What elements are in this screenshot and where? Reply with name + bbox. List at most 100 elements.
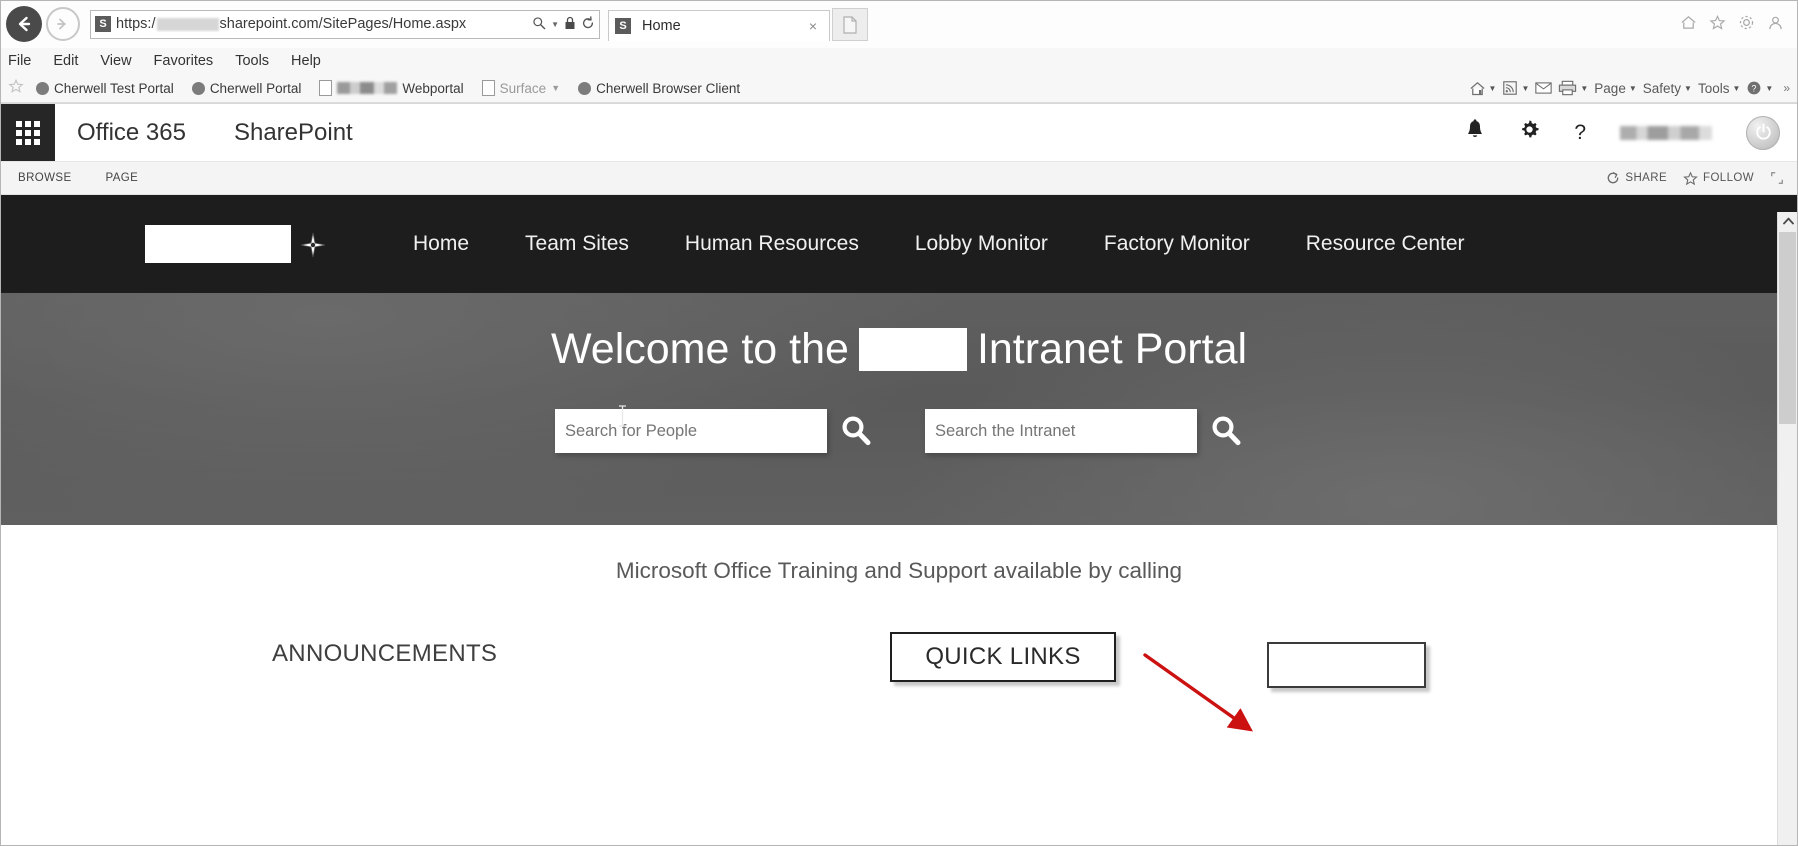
- browser-tab[interactable]: S Home ×: [608, 10, 830, 41]
- nav-link-lobby-monitor[interactable]: Lobby Monitor: [887, 232, 1076, 256]
- tab-favicon: S: [615, 18, 631, 34]
- overflow-chevron-icon[interactable]: »: [1783, 81, 1790, 95]
- hero-banner: Welcome to the Intranet Portal: [0, 293, 1798, 525]
- browser-command-bar: ▼ ▼ ▼ Page ▼ Safety: [1469, 80, 1798, 97]
- hero-title-after: Intranet Portal: [977, 325, 1247, 374]
- favorite-cherwell-browser-client[interactable]: Cherwell Browser Client: [572, 81, 746, 96]
- settings-button[interactable]: [1519, 119, 1540, 146]
- globe-icon: [578, 82, 591, 95]
- rss-feed-icon: [1502, 80, 1518, 96]
- command-tools-label: Tools: [1698, 81, 1730, 96]
- address-bar-icons: ▼: [532, 16, 595, 33]
- command-tools-menu[interactable]: Tools ▼: [1698, 81, 1740, 96]
- menu-item-favorites[interactable]: Favorites: [154, 53, 214, 69]
- command-home-button[interactable]: ▼: [1469, 80, 1497, 97]
- chevron-down-icon[interactable]: ▼: [551, 83, 560, 93]
- user-name-redacted: [1620, 126, 1712, 140]
- command-print-button[interactable]: ▼: [1558, 80, 1588, 96]
- scroll-up-button[interactable]: [1778, 212, 1798, 230]
- tab-title: Home: [642, 18, 803, 34]
- app-launcher-waffle-icon: [16, 121, 40, 145]
- people-search-input[interactable]: [555, 409, 827, 453]
- favorite-cherwell-portal[interactable]: Cherwell Portal: [186, 81, 308, 96]
- menu-item-view[interactable]: View: [100, 53, 131, 69]
- app-launcher-button[interactable]: [0, 104, 55, 161]
- chevron-down-icon[interactable]: ▼: [1684, 84, 1692, 93]
- follow-label: FOLLOW: [1703, 172, 1754, 184]
- address-bar[interactable]: S https:/sharepoint.com/SitePages/Home.a…: [90, 10, 600, 39]
- nav-link-resource-center[interactable]: Resource Center: [1278, 232, 1493, 256]
- tab-page[interactable]: PAGE: [106, 172, 139, 184]
- command-feeds-button[interactable]: ▼: [1502, 80, 1529, 96]
- quick-links-button[interactable]: QUICK LINKS: [890, 632, 1116, 682]
- people-search-button[interactable]: [839, 414, 873, 448]
- gear-icon[interactable]: [1738, 14, 1755, 35]
- nav-link-home[interactable]: Home: [385, 232, 497, 256]
- share-button[interactable]: SHARE: [1606, 171, 1667, 185]
- people-search-group: [555, 409, 873, 453]
- forward-button[interactable]: [46, 7, 80, 41]
- chevron-down-icon[interactable]: ▼: [1521, 84, 1529, 93]
- office365-brand[interactable]: Office 365: [77, 119, 186, 147]
- vertical-scrollbar[interactable]: [1777, 212, 1798, 846]
- help-button[interactable]: ?: [1574, 121, 1586, 145]
- home-icon[interactable]: [1680, 14, 1697, 35]
- tab-browse[interactable]: BROWSE: [18, 172, 72, 184]
- magnifier-icon: [839, 414, 873, 448]
- favorite-webportal[interactable]: Webportal: [313, 80, 469, 96]
- focus-on-content-button[interactable]: [1770, 171, 1784, 185]
- new-tab-button[interactable]: [832, 8, 868, 41]
- url-text: https:/sharepoint.com/SitePages/Home.asp…: [116, 16, 532, 32]
- svg-text:?: ?: [1752, 84, 1757, 94]
- favorite-surface[interactable]: Surface ▼: [476, 80, 566, 96]
- bell-icon: [1465, 119, 1485, 141]
- intranet-search-button[interactable]: [1209, 414, 1243, 448]
- scrollbar-thumb[interactable]: [1779, 232, 1796, 424]
- add-favorite-star-icon[interactable]: [6, 78, 24, 98]
- back-button[interactable]: [6, 6, 42, 42]
- browser-chrome: S https:/sharepoint.com/SitePages/Home.a…: [0, 0, 1798, 104]
- suite-bar-actions: ?: [1465, 116, 1798, 150]
- home-icon: [1469, 80, 1486, 97]
- notifications-button[interactable]: [1465, 119, 1485, 147]
- command-safety-menu[interactable]: Safety ▼: [1643, 81, 1692, 96]
- nav-link-human-resources[interactable]: Human Resources: [657, 232, 887, 256]
- favorite-cherwell-test-portal[interactable]: Cherwell Test Portal: [30, 81, 180, 96]
- command-page-menu[interactable]: Page ▼: [1594, 81, 1636, 96]
- favorites-star-icon[interactable]: [1709, 14, 1726, 35]
- chevron-down-icon[interactable]: ▼: [1489, 84, 1497, 93]
- refresh-icon[interactable]: [581, 16, 595, 33]
- favorite-label: Cherwell Test Portal: [54, 81, 174, 96]
- command-mail-button[interactable]: [1535, 81, 1552, 95]
- window-chrome-icons: [1680, 14, 1798, 35]
- chevron-down-icon[interactable]: ▼: [1732, 84, 1740, 93]
- intranet-search-input[interactable]: [925, 409, 1197, 453]
- menu-item-file[interactable]: File: [8, 53, 31, 69]
- nav-link-factory-monitor[interactable]: Factory Monitor: [1076, 232, 1278, 256]
- chevron-down-icon[interactable]: ▼: [551, 20, 559, 29]
- gear-icon: [1519, 119, 1540, 140]
- sharepoint-app-name[interactable]: SharePoint: [234, 119, 353, 147]
- follow-button[interactable]: FOLLOW: [1683, 171, 1754, 186]
- menu-item-help[interactable]: Help: [291, 53, 321, 69]
- training-support-text: Microsoft Office Training and Support av…: [0, 525, 1798, 584]
- chevron-down-icon[interactable]: ▼: [1765, 84, 1773, 93]
- command-help-menu[interactable]: ? ▼: [1746, 80, 1773, 96]
- site-logo-redacted: [145, 225, 291, 263]
- text-cursor: [618, 405, 627, 427]
- globe-icon: [192, 82, 205, 95]
- command-safety-label: Safety: [1643, 81, 1681, 96]
- close-icon[interactable]: ×: [803, 18, 823, 34]
- star-icon: [1683, 171, 1698, 186]
- sign-out-button[interactable]: [1746, 116, 1780, 150]
- user-icon[interactable]: [1767, 14, 1784, 35]
- menu-item-edit[interactable]: Edit: [53, 53, 78, 69]
- menu-item-tools[interactable]: Tools: [235, 53, 269, 69]
- mail-icon: [1535, 81, 1552, 95]
- help-icon: ?: [1746, 80, 1762, 96]
- redacted-target-box[interactable]: [1267, 642, 1426, 688]
- nav-link-team-sites[interactable]: Team Sites: [497, 232, 657, 256]
- chevron-down-icon[interactable]: ▼: [1580, 84, 1588, 93]
- magnifier-icon[interactable]: [532, 16, 546, 33]
- chevron-down-icon[interactable]: ▼: [1629, 84, 1637, 93]
